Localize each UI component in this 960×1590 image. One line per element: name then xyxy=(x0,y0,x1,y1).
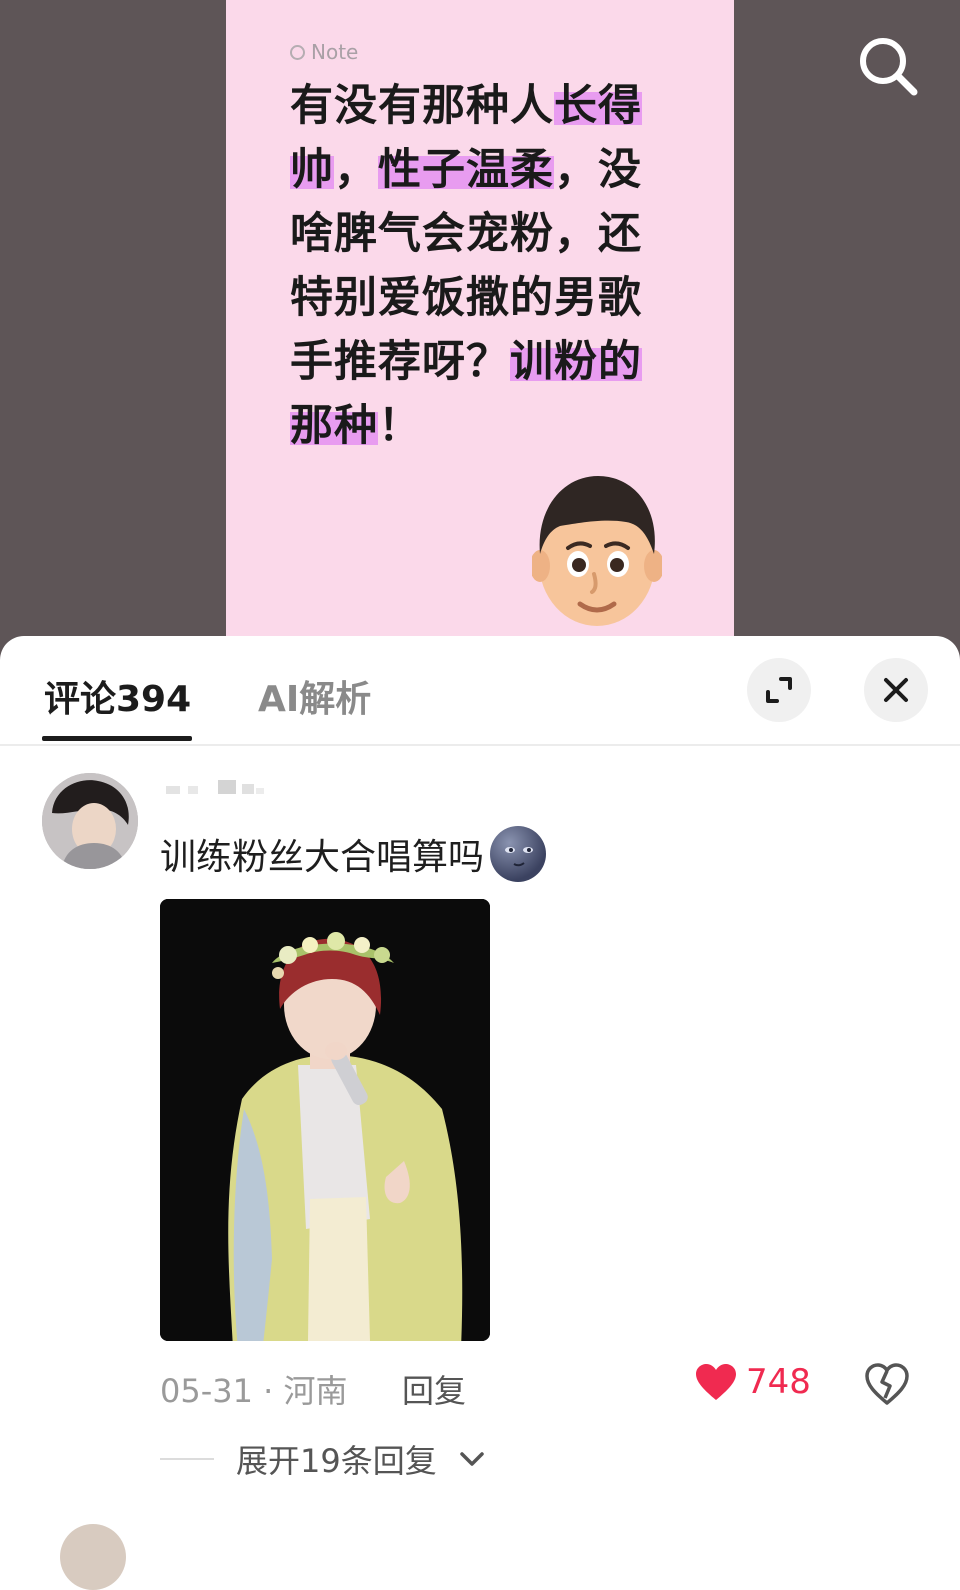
note-text: 有没有那种人长得帅，性子温柔，没啥脾气会宠粉，还特别爱饭撒的男歌手推荐呀？训粉的… xyxy=(290,74,670,458)
note-circle-icon xyxy=(290,44,305,60)
username-blurred[interactable] xyxy=(160,778,270,802)
heart-icon xyxy=(696,1364,736,1400)
expand-icon xyxy=(766,677,792,703)
active-tab-indicator xyxy=(42,736,192,741)
note-tag: Note xyxy=(290,40,358,64)
note-segment: ！ xyxy=(378,401,422,451)
comment-body: 训练粉丝大合唱算吗 xyxy=(160,837,485,878)
man-face-emoji-icon xyxy=(532,476,662,626)
expand-sheet-button[interactable] xyxy=(747,658,811,722)
tab-ai-analysis[interactable]: AI解析 xyxy=(258,670,371,722)
close-icon xyxy=(884,678,908,702)
new-moon-face-emoji-icon xyxy=(490,826,547,882)
like-button[interactable]: 748 xyxy=(694,1362,811,1402)
note-tag-label: Note xyxy=(311,40,359,64)
note-highlight: 性子温柔 xyxy=(378,145,554,195)
comment-text: 训练粉丝大合唱算吗 xyxy=(160,826,547,882)
expand-replies-label: 展开19条回复 xyxy=(236,1442,437,1480)
avatar-image xyxy=(42,773,138,869)
note-card: Note 有没有那种人长得帅，性子温柔，没啥脾气会宠粉，还特别爱饭撒的男歌手推荐… xyxy=(226,0,734,660)
expand-replies-button[interactable]: 展开19条回复 xyxy=(160,1436,485,1482)
tab-bar: 评论394 AI解析 xyxy=(0,636,960,746)
tab-comments[interactable]: 评论394 xyxy=(44,670,191,722)
broken-heart-icon[interactable] xyxy=(864,1362,910,1406)
note-segment: ， xyxy=(334,145,378,195)
next-comment-avatar[interactable] xyxy=(60,1524,126,1590)
comment-meta: 05-31 · 河南 xyxy=(160,1366,348,1412)
comment-date: 05-31 xyxy=(160,1372,253,1410)
chevron-down-icon xyxy=(459,1452,484,1466)
comment-location: 河南 xyxy=(283,1372,348,1410)
like-count: 748 xyxy=(746,1362,811,1402)
note-segment: 有没有那种人 xyxy=(290,81,554,131)
comment-image[interactable] xyxy=(160,899,490,1341)
search-icon[interactable] xyxy=(856,34,920,98)
singer-photo xyxy=(160,899,490,1341)
divider-line xyxy=(160,1458,214,1460)
meta-separator: · xyxy=(263,1372,284,1410)
avatar[interactable] xyxy=(42,773,138,869)
close-button[interactable] xyxy=(864,658,928,722)
reply-button[interactable]: 回复 xyxy=(402,1366,466,1412)
comment-sheet: 评论394 AI解析 训练粉丝大合唱算吗 05-31 · 河南 回复 748 展… xyxy=(0,636,960,1590)
